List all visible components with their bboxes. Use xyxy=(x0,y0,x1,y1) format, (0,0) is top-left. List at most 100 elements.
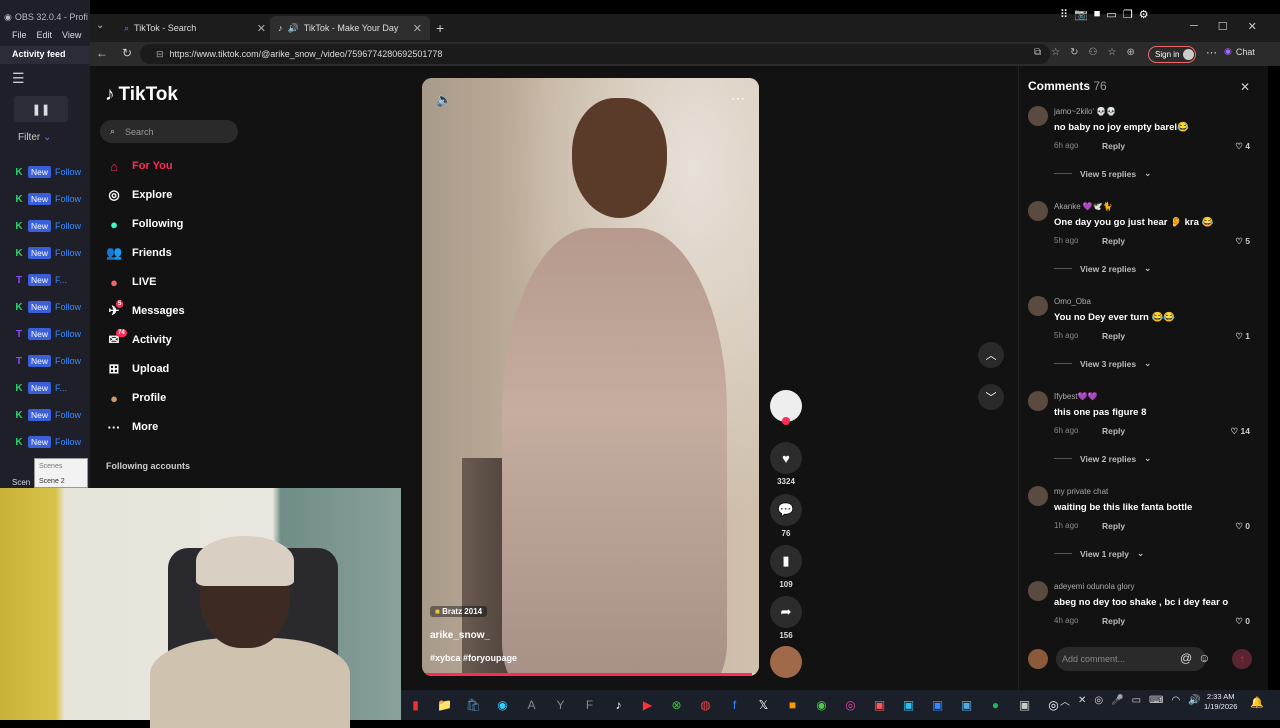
activity-feed-item[interactable]: K New Follow xyxy=(14,435,90,449)
facebook-icon[interactable]: f xyxy=(720,690,749,720)
save-button[interactable]: ▮ 109 xyxy=(768,545,804,589)
video-icon[interactable]: ■ xyxy=(1094,8,1101,21)
comment-like-button[interactable]: ♡ 1 xyxy=(1235,331,1250,342)
activity-feed-item[interactable]: K New Follow xyxy=(14,408,90,422)
view-replies-button[interactable]: View 2 replies ⌄ xyxy=(1054,453,1151,464)
close-icon[interactable]: ✕ xyxy=(413,22,422,35)
tab-tiktok-search[interactable]: ⌕ TikTok - Search ✕ xyxy=(116,16,274,40)
chrome-icon[interactable]: ◉ xyxy=(807,690,836,720)
view-replies-button[interactable]: View 5 replies ⌄ xyxy=(1054,168,1151,179)
close-window-icon[interactable]: ✕ xyxy=(1248,20,1257,33)
nav-item-activity[interactable]: ✉ 74 Activity xyxy=(106,329,172,351)
wifi-icon[interactable]: ◠ xyxy=(1171,695,1180,706)
comment-like-button[interactable]: ♡ 5 xyxy=(1235,236,1250,247)
reply-button[interactable]: Reply xyxy=(1102,426,1125,436)
extensions-icon[interactable]: ⚇ xyxy=(1089,47,1098,58)
star-icon[interactable]: ☆ xyxy=(1051,47,1060,58)
comment-button[interactable]: 💬 76 xyxy=(768,494,804,538)
obs-menu-file[interactable]: File xyxy=(12,30,27,44)
mic-icon[interactable]: 🎤 xyxy=(1111,695,1123,706)
comment-like-button[interactable]: ♡ 0 xyxy=(1235,521,1250,532)
app-f-icon[interactable]: F xyxy=(575,690,604,720)
activity-feed-item[interactable]: K New Follow xyxy=(14,192,90,206)
volume-icon[interactable]: 🔊 xyxy=(1188,695,1200,706)
notification-icon[interactable]: 🔔 xyxy=(1250,696,1264,709)
comment-username[interactable]: jamo~2kilo' 💀💀 xyxy=(1054,107,1116,116)
filter-dropdown[interactable]: Filter ⌄ xyxy=(18,132,51,143)
view-replies-button[interactable]: View 2 replies ⌄ xyxy=(1054,263,1151,274)
instagram-icon[interactable]: ◎ xyxy=(836,690,865,720)
like-button[interactable]: ♥ 3324 xyxy=(768,442,804,486)
spotify-icon[interactable]: ● xyxy=(981,690,1010,720)
mention-icon[interactable]: @ xyxy=(1180,651,1192,665)
search-input[interactable]: ⌕ Search xyxy=(100,120,238,143)
nav-item-explore[interactable]: ◎ Explore xyxy=(106,184,172,206)
refresh-extension-icon[interactable]: ↻ xyxy=(1070,47,1078,58)
app-grey-icon[interactable]: ▣ xyxy=(1010,690,1039,720)
comment-like-button[interactable]: ♡ 0 xyxy=(1235,616,1250,627)
maximize-icon[interactable]: ☐ xyxy=(1218,20,1228,33)
tray-icon[interactable]: ✕ xyxy=(1078,695,1086,706)
collections-icon[interactable]: ⊕ xyxy=(1126,47,1134,58)
follow-plus-icon[interactable] xyxy=(782,417,790,425)
grid-icon[interactable]: ⠿ xyxy=(1060,8,1068,21)
app-cyan-icon[interactable]: ▣ xyxy=(952,690,981,720)
previous-video-button[interactable]: ︿ xyxy=(978,342,1004,368)
edge-icon[interactable]: ◉ xyxy=(488,690,517,720)
nav-item-live[interactable]: ● LIVE xyxy=(106,271,156,293)
new-tab-button[interactable]: + xyxy=(436,20,444,36)
reply-button[interactable]: Reply xyxy=(1102,331,1125,341)
comment-like-button[interactable]: ♡ 4 xyxy=(1235,141,1250,152)
reply-button[interactable]: Reply xyxy=(1102,236,1125,246)
tab-list-icon[interactable]: ⌄ xyxy=(96,20,104,31)
video-hashtags[interactable]: #xybca #foryoupage xyxy=(430,653,517,663)
more-icon[interactable]: ⋯ xyxy=(1206,46,1217,59)
app-red-icon[interactable]: ▣ xyxy=(865,690,894,720)
xbox-icon[interactable]: ⊗ xyxy=(662,690,691,720)
tiktok-logo[interactable]: ♪ TikTok xyxy=(105,84,178,106)
nav-item-following[interactable]: ● Following xyxy=(106,213,183,235)
comment-username[interactable]: my private chat xyxy=(1054,487,1108,496)
speaker-icon[interactable]: 🔊 xyxy=(288,23,299,34)
comment-username[interactable]: Akanke 💜🕊️🐈 xyxy=(1054,202,1113,211)
open-app-icon[interactable]: ⧉ xyxy=(1034,47,1041,58)
chat-app-icon[interactable]: ◍ xyxy=(691,690,720,720)
nav-item-profile[interactable]: ● Profile xyxy=(106,387,166,409)
activity-feed-item[interactable]: K New F... xyxy=(14,381,90,395)
reload-icon[interactable]: ↻ xyxy=(122,46,132,60)
taskbar-clock[interactable]: 2:33 AM 1/19/2026 xyxy=(1204,692,1237,712)
music-disc[interactable] xyxy=(768,646,804,678)
activity-feed-item[interactable]: K New Follow xyxy=(14,300,90,314)
camera-icon[interactable]: 📷 xyxy=(1074,8,1088,21)
activity-feed-item[interactable]: T New F... xyxy=(14,273,90,287)
copilot-chat-button[interactable]: ◉ Chat xyxy=(1224,46,1255,57)
activity-feed-item[interactable]: K New Follow xyxy=(14,246,90,260)
close-icon[interactable]: ✕ xyxy=(1240,80,1250,94)
video-player[interactable]: 🔈 ⋯ ■ Bratz 2014 arike_snow_ #xybca #for… xyxy=(422,78,759,676)
comment-username[interactable]: Omo_Oba xyxy=(1054,297,1091,306)
activity-feed-item[interactable]: T New Follow xyxy=(14,354,90,368)
app-a-icon[interactable]: A xyxy=(517,690,546,720)
chevron-up-icon[interactable]: ︿ xyxy=(1060,693,1070,708)
view-replies-button[interactable]: View 1 reply ⌄ xyxy=(1054,548,1144,559)
tab-tiktok-video[interactable]: ♪ 🔊 TikTok - Make Your Day ✕ xyxy=(270,16,430,40)
avatar[interactable] xyxy=(1028,201,1048,221)
pause-button[interactable]: ❚❚ xyxy=(14,96,68,122)
video-author[interactable]: arike_snow_ xyxy=(430,630,490,641)
app-y-icon[interactable]: Y xyxy=(546,690,575,720)
volume-icon[interactable]: 🔈 xyxy=(436,92,452,108)
nav-item-friends[interactable]: 👥 Friends xyxy=(106,242,172,264)
favorites-icon[interactable]: ☆ xyxy=(1107,47,1116,58)
reply-button[interactable]: Reply xyxy=(1102,616,1125,626)
store-icon[interactable]: 🛍 xyxy=(459,690,488,720)
avatar[interactable] xyxy=(1028,391,1048,411)
avatar[interactable] xyxy=(1028,581,1048,601)
close-icon[interactable]: ✕ xyxy=(257,22,266,35)
app-blue2-icon[interactable]: ▣ xyxy=(923,690,952,720)
window-icon[interactable]: ▭ xyxy=(1106,8,1116,21)
sign-in-button[interactable]: Sign in xyxy=(1148,46,1196,63)
app-icon[interactable]: ▮ xyxy=(401,690,430,720)
youtube-icon[interactable]: ▶ xyxy=(633,690,662,720)
nav-item-for-you[interactable]: ⌂ For You xyxy=(106,155,172,177)
tiktok-app-icon[interactable]: ♪ xyxy=(604,690,633,720)
